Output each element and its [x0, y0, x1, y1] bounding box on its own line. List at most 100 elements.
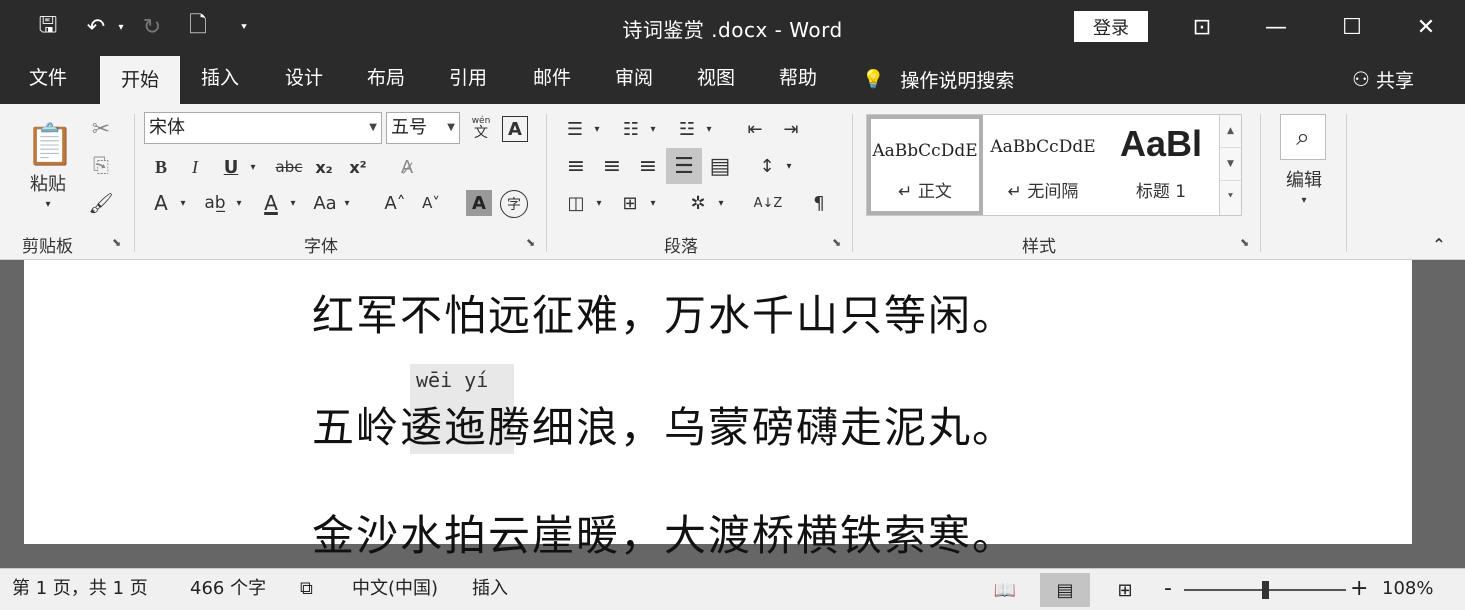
bullets-icon[interactable]: ☰ — [560, 114, 590, 144]
line-spacing-icon[interactable]: ↕ — [752, 150, 782, 182]
tab-layout[interactable]: 布局 — [352, 54, 420, 104]
zoom-slider-thumb[interactable] — [1261, 581, 1269, 599]
tab-mailings[interactable]: 邮件 — [518, 54, 586, 104]
shading-icon[interactable]: ◫ — [560, 188, 592, 218]
tab-file[interactable]: 文件 — [14, 54, 82, 104]
clipboard-launcher-icon[interactable]: ⬊ — [112, 236, 121, 249]
style-heading-1[interactable]: AaBl 标题 1 — [1103, 115, 1219, 215]
proofing-icon[interactable]: ⧉ — [300, 569, 313, 610]
borders-icon[interactable]: ⊞ — [614, 188, 646, 218]
minimize-icon[interactable]: — — [1256, 10, 1296, 44]
poem-line-1[interactable]: 红军不怕远征难，万水千山只等闲。 — [312, 282, 1016, 343]
highlight-dropdown-icon[interactable]: ▾ — [232, 188, 246, 218]
styles-launcher-icon[interactable]: ⬊ — [1240, 236, 1249, 249]
align-right-icon[interactable]: ≡ — [632, 150, 664, 182]
copy-icon[interactable]: ⎘ — [86, 150, 116, 180]
font-launcher-icon[interactable]: ⬊ — [526, 236, 535, 249]
style-no-spacing[interactable]: AaBbCcDdE ↵ 无间隔 — [985, 115, 1101, 215]
change-case-dropdown-icon[interactable]: ▾ — [340, 188, 354, 218]
justify-icon[interactable]: ☰ — [666, 148, 702, 184]
borders-dropdown-icon[interactable]: ▾ — [646, 188, 660, 218]
underline-dropdown-icon[interactable]: ▾ — [246, 152, 260, 182]
share-button[interactable]: ⚇ 共享 — [1352, 54, 1414, 104]
font-size-box[interactable]: 五号 ▼ — [386, 112, 460, 144]
show-formatting-marks-icon[interactable]: ¶ — [804, 188, 834, 218]
increase-indent-icon[interactable]: ⇥ — [774, 114, 808, 144]
cut-icon[interactable]: ✂ — [86, 114, 116, 144]
style-normal[interactable]: AaBbCcDdE ↵ 正文 — [867, 115, 983, 215]
read-mode-icon[interactable]: 📖 — [980, 573, 1030, 607]
text-effects-dropdown-icon[interactable]: ▾ — [176, 188, 190, 218]
document-page[interactable]: wēi yí 红军不怕远征难，万水千山只等闲。 五岭逶迤腾细浪，乌蒙磅礴走泥丸。… — [24, 260, 1412, 560]
ribbon-display-options-icon[interactable]: ⊡ — [1182, 10, 1222, 44]
zoom-level[interactable]: 108% — [1382, 569, 1433, 610]
character-border-icon[interactable]: A — [502, 116, 528, 142]
find-icon[interactable]: ⌕ — [1280, 114, 1326, 160]
format-painter-icon[interactable]: 🖌 — [86, 188, 116, 218]
clear-formatting-icon[interactable]: A̷ — [392, 152, 422, 182]
underline-button[interactable]: U — [218, 152, 244, 182]
print-layout-icon[interactable]: ▤ — [1040, 573, 1090, 607]
input-mode[interactable]: 插入 — [472, 569, 508, 610]
poem-line-3[interactable]: 金沙水拍云崖暖，大渡桥横铁索寒。 — [312, 502, 1016, 563]
numbering-icon[interactable]: ☷ — [616, 114, 646, 144]
paragraph-launcher-icon[interactable]: ⬊ — [832, 236, 841, 249]
zoom-out-button[interactable]: - — [1164, 569, 1172, 610]
scroll-down-icon[interactable]: ▼ — [1220, 148, 1241, 181]
italic-button[interactable]: I — [182, 152, 208, 182]
decrease-indent-icon[interactable]: ⇤ — [738, 114, 772, 144]
login-button[interactable]: 登录 — [1074, 11, 1148, 42]
sort-icon[interactable]: A↓Z — [748, 188, 788, 218]
maximize-icon[interactable]: ☐ — [1332, 10, 1372, 44]
line-spacing-dropdown-icon[interactable]: ▾ — [782, 150, 796, 182]
bullets-dropdown-icon[interactable]: ▾ — [590, 114, 604, 144]
text-effects-icon[interactable]: A — [146, 188, 176, 218]
tab-view[interactable]: 视图 — [682, 54, 750, 104]
poem-line-2[interactable]: 五岭逶迤腾细浪，乌蒙磅礴走泥丸。 — [312, 394, 1016, 455]
grow-font-icon[interactable]: A˄ — [380, 188, 410, 218]
chinese-layout-icon[interactable]: ✲ — [682, 188, 714, 218]
highlight-icon[interactable]: ab̲ — [198, 188, 232, 218]
web-layout-icon[interactable]: ⊞ — [1100, 573, 1150, 607]
phonetic-guide-icon[interactable]: wén 文 — [466, 112, 496, 144]
editing-button[interactable]: 编辑 — [1276, 166, 1332, 192]
shrink-font-icon[interactable]: A˅ — [416, 188, 446, 218]
paste-button[interactable]: 粘贴 — [18, 170, 78, 196]
multilevel-dropdown-icon[interactable]: ▾ — [702, 114, 716, 144]
page-count[interactable]: 第 1 页，共 1 页 — [12, 569, 148, 610]
paste-icon[interactable]: 📋 — [24, 116, 76, 172]
scroll-up-icon[interactable]: ▲ — [1220, 115, 1241, 148]
tab-references[interactable]: 引用 — [434, 54, 502, 104]
tab-review[interactable]: 审阅 — [600, 54, 668, 104]
more-styles-icon[interactable]: ⯆ — [1220, 181, 1241, 214]
tab-home[interactable]: 开始 — [100, 56, 180, 104]
font-color-dropdown-icon[interactable]: ▾ — [286, 188, 300, 218]
bold-button[interactable]: B — [148, 152, 174, 182]
tab-help[interactable]: 帮助 — [764, 54, 832, 104]
paste-dropdown-icon[interactable]: ▾ — [36, 196, 60, 212]
close-icon[interactable]: ✕ — [1406, 10, 1446, 44]
distributed-icon[interactable]: ▤ — [704, 150, 736, 182]
collapse-ribbon-icon[interactable]: ⌃ — [1426, 232, 1452, 256]
word-count[interactable]: 466 个字 — [190, 569, 266, 610]
change-case-icon[interactable]: Aa — [308, 188, 342, 218]
font-color-icon[interactable]: A — [256, 188, 286, 218]
tab-insert[interactable]: 插入 — [186, 54, 254, 104]
zoom-in-button[interactable]: + — [1350, 569, 1368, 610]
enclose-characters-icon[interactable]: 字 — [500, 190, 528, 218]
center-icon[interactable]: ≡ — [596, 150, 628, 182]
superscript-button[interactable]: x² — [344, 152, 372, 182]
align-left-icon[interactable]: ≡ — [560, 150, 592, 182]
strikethrough-button[interactable]: abc — [272, 152, 306, 182]
subscript-button[interactable]: x₂ — [310, 152, 338, 182]
numbering-dropdown-icon[interactable]: ▾ — [646, 114, 660, 144]
font-name-box[interactable]: 宋体 ▼ — [144, 112, 382, 144]
tab-design[interactable]: 设计 — [270, 54, 338, 104]
multilevel-list-icon[interactable]: ☳ — [672, 114, 702, 144]
language[interactable]: 中文(中国) — [352, 569, 438, 610]
tell-me-search[interactable]: 💡 操作说明搜索 — [862, 54, 1014, 104]
character-shading-icon[interactable]: A — [466, 190, 492, 216]
shading-dropdown-icon[interactable]: ▾ — [592, 188, 606, 218]
editing-dropdown-icon[interactable]: ▾ — [1294, 192, 1314, 208]
chinese-layout-dropdown-icon[interactable]: ▾ — [714, 188, 728, 218]
